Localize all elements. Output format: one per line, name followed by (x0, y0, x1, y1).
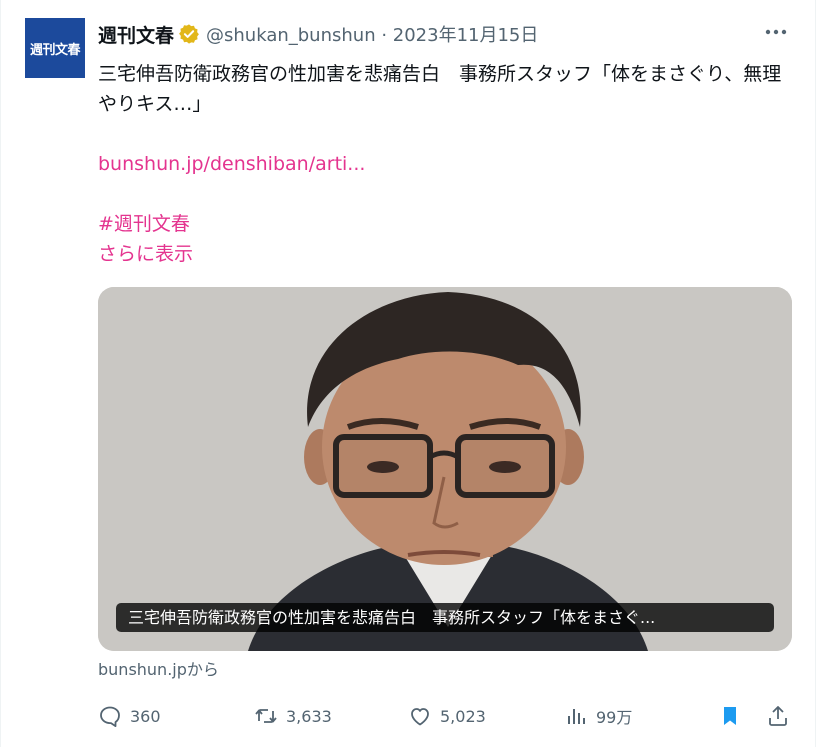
reply-bubble-icon (100, 706, 120, 727)
like-button[interactable]: 5,023 (408, 701, 486, 731)
action-bar: 360 3,633 5,023 99万 (98, 701, 792, 731)
bookmark-button[interactable] (718, 701, 742, 731)
reply-count: 360 (130, 706, 161, 726)
heart-icon (411, 708, 429, 726)
card-source[interactable]: bunshun.jpから (98, 659, 219, 681)
tweet-header: 週刊文春 @shukan_bunshun · 2023年11月15日 (98, 20, 538, 48)
like-count: 5,023 (440, 706, 486, 726)
more-dots-icon[interactable] (760, 20, 792, 44)
avatar[interactable]: 週刊文春 (25, 18, 85, 78)
bar-chart-icon (568, 709, 585, 724)
verified-badge-icon[interactable] (178, 23, 200, 45)
avatar-text: 週刊文春 (29, 42, 81, 58)
bookmark-icon (724, 707, 736, 725)
share-button[interactable] (766, 701, 790, 731)
display-name[interactable]: 週刊文春 (98, 21, 174, 48)
hashtag-link[interactable]: #週刊文春 (98, 209, 190, 239)
link-card[interactable]: 三宅伸吾防衛政務官の性加害を悲痛告白 事務所スタッフ「体をまさぐ... (98, 287, 792, 651)
views-button[interactable]: 99万 (564, 701, 632, 731)
reply-button[interactable]: 360 (98, 701, 161, 731)
views-count: 99万 (596, 708, 633, 727)
retweet-button[interactable]: 3,633 (254, 701, 332, 731)
show-more-link[interactable]: さらに表示 (98, 239, 193, 269)
handle-and-date[interactable]: @shukan_bunshun · 2023年11月15日 (206, 21, 538, 47)
left-border (0, 0, 1, 747)
card-caption: 三宅伸吾防衛政務官の性加害を悲痛告白 事務所スタッフ「体をまさぐ... (116, 603, 774, 632)
tweet-text: 三宅伸吾防衛政務官の性加害を悲痛告白 事務所スタッフ「体をまさぐり、無理やりキス… (98, 63, 782, 115)
share-upload-icon (769, 706, 787, 726)
retweet-icon (255, 709, 277, 723)
card-photo (98, 287, 792, 651)
article-link[interactable]: bunshun.jp/denshiban/arti... (98, 149, 365, 179)
retweet-count: 3,633 (286, 706, 332, 726)
